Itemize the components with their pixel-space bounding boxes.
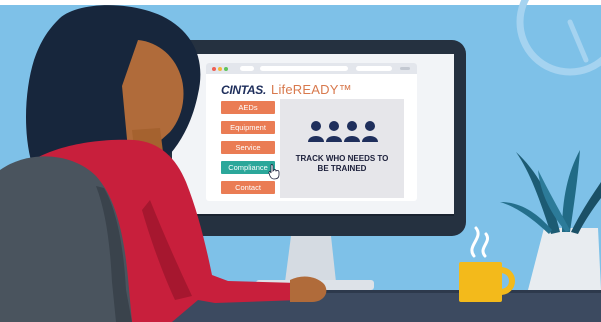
- maximize-dot-icon[interactable]: [224, 67, 228, 71]
- browser-toolbar: [206, 63, 417, 74]
- coffee-mug: [459, 262, 502, 302]
- compliance-panel: TRACK WHO NEEDS TO BE TRAINED: [280, 99, 404, 198]
- hand-cursor-icon: [268, 164, 280, 180]
- close-dot-icon[interactable]: [212, 67, 216, 71]
- address-bar[interactable]: [260, 66, 348, 71]
- nav-compliance-button[interactable]: Compliance: [221, 161, 275, 174]
- product-name: LifeREADY™: [271, 82, 352, 97]
- brand-logo-text: CINTAS.: [221, 83, 267, 97]
- minimize-dot-icon[interactable]: [218, 67, 222, 71]
- top-border: [0, 0, 601, 5]
- monitor-website: CINTAS. LifeREADY™ AEDs Equipment Service…: [206, 63, 417, 201]
- browser-tab[interactable]: [240, 66, 254, 71]
- nav-aeds-button[interactable]: AEDs: [221, 101, 275, 114]
- nav-service-button[interactable]: Service: [221, 141, 275, 154]
- panel-heading: TRACK WHO NEEDS TO BE TRAINED: [295, 154, 389, 173]
- site-logo[interactable]: CINTAS. LifeREADY™: [221, 81, 352, 97]
- nav-contact-button[interactable]: Contact: [221, 181, 275, 194]
- site-navigation: AEDs Equipment Service Compliance Contac…: [221, 101, 275, 201]
- monitor-stand: [285, 236, 336, 282]
- illustration-scene: CINTAS. LifeREADY™ AEDs Equipment Service…: [0, 0, 601, 322]
- nav-equipment-button[interactable]: Equipment: [221, 121, 275, 134]
- people-group-icon: [308, 121, 378, 142]
- menu-icon[interactable]: [400, 67, 410, 70]
- browser-search[interactable]: [356, 66, 392, 71]
